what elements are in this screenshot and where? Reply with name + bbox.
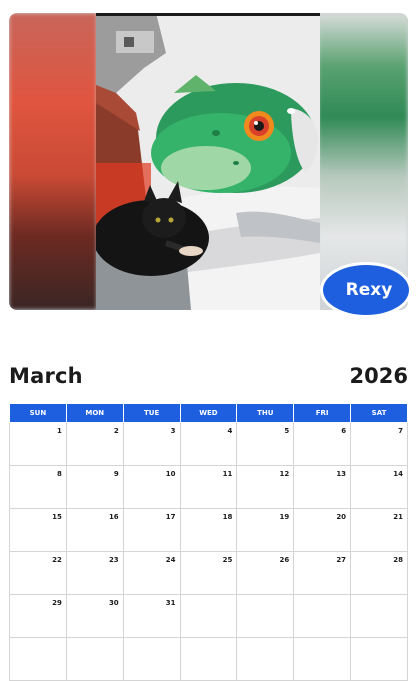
day-cell: 4 <box>179 422 238 466</box>
day-cell: 21 <box>350 508 408 552</box>
day-cell: 30 <box>65 594 124 638</box>
day-cell <box>65 637 124 681</box>
day-cell <box>179 637 238 681</box>
day-cell: 8 <box>9 465 67 509</box>
weekday-mon: MON <box>65 403 124 423</box>
day-cell: 24 <box>122 551 181 595</box>
day-cell <box>293 637 352 681</box>
day-cell: 29 <box>9 594 67 638</box>
day-cell: 1 <box>9 422 67 466</box>
weekday-sat: SAT <box>350 403 408 423</box>
day-cell: 11 <box>179 465 238 509</box>
month-title: March <box>9 364 83 388</box>
day-cell: 31 <box>122 594 181 638</box>
day-cell <box>236 594 295 638</box>
day-cell <box>350 594 408 638</box>
day-cell: 5 <box>236 422 295 466</box>
weekday-fri: FRI <box>293 403 352 423</box>
day-cell: 14 <box>350 465 408 509</box>
week-row <box>9 637 408 681</box>
day-cell <box>9 637 67 681</box>
day-cell: 22 <box>9 551 67 595</box>
weekday-tue: TUE <box>122 403 181 423</box>
day-cell: 28 <box>350 551 408 595</box>
week-row: 29 30 31 <box>9 594 408 638</box>
day-cell: 9 <box>65 465 124 509</box>
week-row: 22 23 24 25 26 27 28 <box>9 551 408 595</box>
pet-photo <box>96 13 320 310</box>
day-cell: 25 <box>179 551 238 595</box>
year-title: 2026 <box>349 364 408 388</box>
day-cell <box>350 637 408 681</box>
weekday-wed: WED <box>179 403 238 423</box>
photo-blur-left <box>9 13 97 310</box>
day-cell <box>179 594 238 638</box>
week-row: 15 16 17 18 19 20 21 <box>9 508 408 552</box>
pet-name-badge: Rexy <box>320 262 412 318</box>
day-cell: 12 <box>236 465 295 509</box>
day-cell: 6 <box>293 422 352 466</box>
day-cell <box>236 637 295 681</box>
week-row: 8 9 10 11 12 13 14 <box>9 465 408 509</box>
day-cell: 16 <box>65 508 124 552</box>
pet-name-label: Rexy <box>345 280 393 300</box>
day-cell: 13 <box>293 465 352 509</box>
day-cell <box>293 594 352 638</box>
day-cell: 19 <box>236 508 295 552</box>
day-cell: 15 <box>9 508 67 552</box>
day-cell <box>122 637 181 681</box>
day-cell: 27 <box>293 551 352 595</box>
day-cell: 20 <box>293 508 352 552</box>
weekday-thu: THU <box>236 403 295 423</box>
weekday-header-row: SUN MON TUE WED THU FRI SAT <box>9 403 408 423</box>
calendar-grid: SUN MON TUE WED THU FRI SAT 1 2 3 4 5 6 … <box>9 403 408 681</box>
day-cell: 7 <box>350 422 408 466</box>
day-cell: 2 <box>65 422 124 466</box>
week-row: 1 2 3 4 5 6 7 <box>9 422 408 466</box>
day-cell: 3 <box>122 422 181 466</box>
day-cell: 10 <box>122 465 181 509</box>
day-cell: 17 <box>122 508 181 552</box>
day-cell: 23 <box>65 551 124 595</box>
day-cell: 26 <box>236 551 295 595</box>
weekday-sun: SUN <box>9 403 67 423</box>
day-cell: 18 <box>179 508 238 552</box>
